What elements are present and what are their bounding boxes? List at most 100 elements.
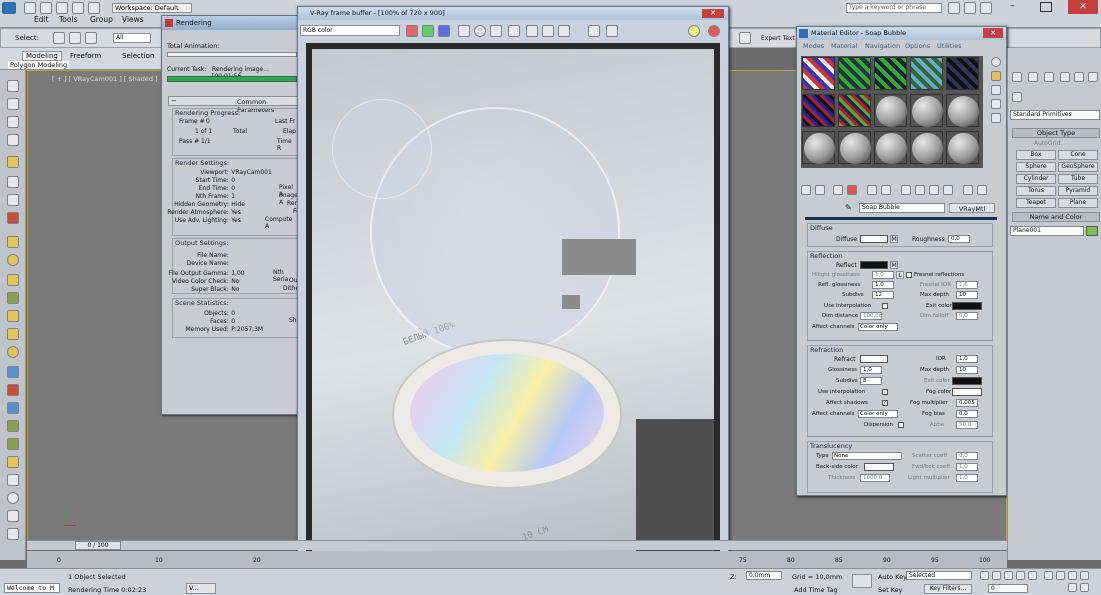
fresnel-checkbox[interactable] bbox=[906, 272, 912, 278]
make-unique-icon[interactable] bbox=[881, 185, 891, 195]
refl-max-depth-spinner[interactable]: 10 bbox=[956, 291, 978, 299]
diffuse-map-button[interactable]: M bbox=[890, 235, 898, 243]
sample-slot-15[interactable] bbox=[946, 131, 979, 164]
rendering-titlebar[interactable]: Rendering bbox=[162, 16, 300, 30]
affect-shadows-checkbox[interactable]: ✓ bbox=[882, 400, 888, 406]
tool-icon-18[interactable] bbox=[7, 402, 19, 414]
tool-icon-20[interactable] bbox=[7, 438, 19, 450]
cone-button[interactable]: Cone bbox=[1058, 150, 1098, 160]
teapot-button[interactable]: Teapot bbox=[1016, 198, 1056, 208]
menu-edit[interactable]: Edit bbox=[34, 15, 49, 24]
tool-icon-17[interactable] bbox=[7, 384, 19, 396]
eyedropper-icon[interactable]: ✎ bbox=[845, 203, 853, 213]
sample-slot-2[interactable] bbox=[838, 57, 871, 90]
light-multiplier-spinner[interactable]: 1,0 bbox=[956, 474, 978, 482]
refl-exit-color-swatch[interactable] bbox=[952, 302, 982, 310]
mtl-video-check-icon[interactable] bbox=[991, 113, 1001, 123]
dispersion-checkbox[interactable] bbox=[898, 422, 904, 428]
selection-filter-dropdown[interactable]: All bbox=[113, 33, 151, 43]
ior-spinner[interactable]: 1,0 bbox=[956, 355, 978, 363]
sample-slot-5[interactable] bbox=[946, 57, 979, 90]
fog-bias-spinner[interactable]: 0,0 bbox=[956, 410, 978, 418]
sample-slot-9[interactable] bbox=[910, 94, 943, 127]
play-icon[interactable] bbox=[1004, 571, 1013, 580]
key-mode-dropdown[interactable]: Selected bbox=[906, 571, 972, 580]
undo-icon[interactable] bbox=[72, 2, 84, 14]
search-icon[interactable] bbox=[948, 2, 960, 14]
search-input[interactable]: Type a keyword or phrase bbox=[846, 3, 942, 13]
set-key-button[interactable]: Set Key bbox=[878, 586, 903, 594]
key-filters-button[interactable]: Key Filters... bbox=[924, 584, 972, 594]
tool-icon-13[interactable] bbox=[7, 310, 19, 322]
show-end-result-icon[interactable] bbox=[943, 185, 953, 195]
sample-slot-11[interactable] bbox=[802, 131, 835, 164]
sample-slot-6[interactable] bbox=[802, 94, 835, 127]
translucency-type-dropdown[interactable]: None bbox=[832, 452, 902, 460]
time-slider[interactable]: 0 / 100 bbox=[75, 541, 121, 550]
tab-modeling[interactable]: Modeling bbox=[22, 51, 62, 61]
autogrid-checkbox[interactable]: AutoGrid bbox=[1034, 140, 1061, 147]
fog-multiplier-spinner[interactable]: 0,005 bbox=[956, 399, 978, 407]
thickness-spinner[interactable]: 1000,0 bbox=[860, 474, 890, 482]
vfb-region-icon[interactable] bbox=[542, 25, 554, 37]
close-icon[interactable]: ✕ bbox=[1068, 0, 1098, 14]
tube-button[interactable]: Tube bbox=[1058, 174, 1098, 184]
sample-slot-3[interactable] bbox=[874, 57, 907, 90]
mtl-menu-utilities[interactable]: Utilities bbox=[937, 42, 961, 50]
tool-icon-11[interactable] bbox=[7, 274, 19, 286]
shapes-icon[interactable] bbox=[1044, 72, 1054, 82]
open-file-icon[interactable] bbox=[40, 2, 52, 14]
mtl-menu-options[interactable]: Options bbox=[905, 42, 930, 50]
tool-icon-22[interactable] bbox=[7, 474, 19, 486]
link-icon[interactable] bbox=[53, 32, 65, 44]
get-material-icon[interactable] bbox=[801, 185, 811, 195]
refl-affect-channels-dropdown[interactable]: Color only bbox=[858, 323, 898, 331]
name-color-header[interactable]: Name and Color bbox=[1012, 212, 1100, 222]
refr-gloss-spinner[interactable]: 1,0 bbox=[860, 366, 882, 374]
refr-max-depth-spinner[interactable]: 10 bbox=[956, 366, 978, 374]
object-name-input[interactable]: Plane001 bbox=[1010, 226, 1084, 236]
go-forward-icon[interactable] bbox=[977, 185, 987, 195]
tool-icon-9[interactable] bbox=[7, 236, 19, 248]
tool-icon-3[interactable] bbox=[7, 116, 19, 128]
next-frame-icon[interactable] bbox=[1016, 571, 1025, 580]
orbit-icon[interactable] bbox=[1068, 583, 1077, 592]
menu-tools[interactable]: Tools bbox=[59, 15, 77, 24]
refl-gloss-spinner[interactable]: 1,0 bbox=[872, 281, 894, 289]
tab-freeform[interactable]: Freeform bbox=[70, 52, 101, 60]
diffuse-color-swatch[interactable] bbox=[860, 235, 888, 243]
unlink-icon[interactable] bbox=[69, 32, 81, 44]
refl-use-interp-checkbox[interactable] bbox=[882, 303, 888, 309]
create-tab-icon[interactable] bbox=[1012, 72, 1022, 82]
object-color-swatch[interactable] bbox=[1086, 226, 1098, 236]
vfb-track-mouse-icon[interactable] bbox=[526, 25, 538, 37]
vfb-titlebar[interactable]: V-Ray frame buffer - [100% of 720 x 900]… bbox=[298, 7, 728, 20]
torus-button[interactable]: Torus bbox=[1016, 186, 1056, 196]
fresnel-ior-spinner[interactable]: 1,6 bbox=[956, 281, 978, 289]
vfb-red-channel-icon[interactable] bbox=[406, 25, 418, 37]
auto-key-button[interactable]: Auto Key bbox=[878, 573, 907, 581]
vfb-stop-icon[interactable] bbox=[708, 25, 720, 37]
timeline-slider-track[interactable]: 0 / 100 bbox=[27, 540, 1007, 550]
helpers-icon[interactable] bbox=[1088, 72, 1098, 82]
fog-color-swatch[interactable] bbox=[952, 388, 982, 396]
bind-space-warp-icon[interactable] bbox=[85, 32, 97, 44]
dim-distance-spinner[interactable]: 100,0c bbox=[860, 312, 882, 320]
prev-frame-icon[interactable] bbox=[992, 571, 1001, 580]
vfb-clear-icon[interactable] bbox=[508, 25, 520, 37]
tool-icon-19[interactable] bbox=[7, 420, 19, 432]
refl-subdivs-spinner[interactable]: 12 bbox=[872, 291, 894, 299]
maxscript-listener[interactable]: Welcome to M bbox=[4, 583, 60, 593]
star-icon[interactable] bbox=[964, 2, 976, 14]
workspace-dropdown[interactable]: Workspace: Default bbox=[112, 3, 192, 13]
reflect-color-swatch[interactable] bbox=[860, 261, 888, 269]
sample-slot-14[interactable] bbox=[910, 131, 943, 164]
tool-icon-1[interactable] bbox=[7, 80, 19, 92]
hilight-lock-button[interactable]: L bbox=[896, 271, 904, 279]
vfb-copy-icon[interactable] bbox=[588, 25, 600, 37]
tool-icon-15[interactable] bbox=[7, 346, 19, 358]
vfb-save-icon[interactable] bbox=[458, 25, 470, 37]
assign-material-icon[interactable] bbox=[833, 185, 843, 195]
mtl-menu-material[interactable]: Material bbox=[831, 42, 857, 50]
app-logo-icon[interactable] bbox=[2, 2, 16, 14]
